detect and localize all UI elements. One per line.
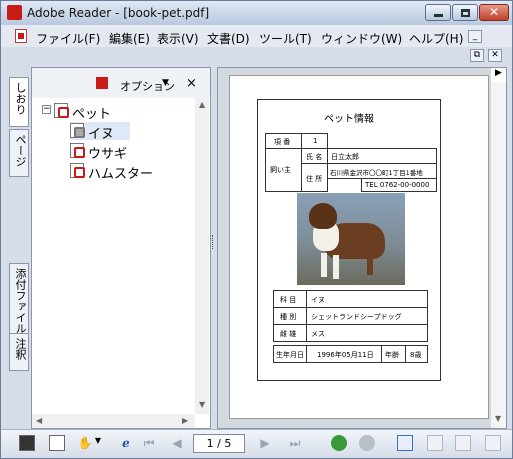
menu-tools[interactable]: ツール(T) <box>259 30 312 47</box>
bookmark-icon <box>70 143 85 158</box>
adobe-reader-icon <box>7 5 22 20</box>
continuous-icon[interactable] <box>427 435 443 451</box>
panel-close-button[interactable]: × <box>186 76 197 91</box>
doc-restore-button[interactable]: ⧉ <box>470 49 484 62</box>
scroll-left-icon[interactable]: ◀ <box>36 416 42 425</box>
first-page-icon[interactable]: ⏮ <box>141 436 157 452</box>
menu-window[interactable]: ウィンドウ(W) <box>321 30 402 47</box>
document-vertical-scrollbar[interactable]: ▶ ▼ <box>491 68 506 428</box>
scroll-right-icon[interactable]: ▶ <box>182 416 188 425</box>
sidebar-tabs: しおり ページ 添付ファイル 注釈 <box>9 67 31 419</box>
bookmark-icon <box>54 103 69 118</box>
next-view-icon[interactable] <box>359 435 375 451</box>
dog-photo <box>297 193 405 285</box>
item-label-cell: 項 番 <box>265 133 302 149</box>
category-value-cell: イヌ <box>306 290 428 308</box>
doc-minimize-button[interactable]: _ <box>468 30 482 43</box>
tab-bookmarks[interactable]: しおり <box>9 77 29 127</box>
bookmark-icon <box>70 163 85 178</box>
breed-value-cell: シェットランドシープドッグ <box>306 307 428 325</box>
next-page-icon[interactable]: ▶ <box>257 436 273 452</box>
dog-leg <box>321 253 327 277</box>
tel-cell: TEL 0762-00-0000 <box>361 178 437 192</box>
age-label-cell: 年齢 <box>381 345 406 363</box>
item-value-cell: 1 <box>301 133 328 149</box>
name-label-cell: 氏 名 <box>301 148 328 164</box>
menu-bar: ファイル(F) 編集(E) 表示(V) 文書(D) ツール(T) ウィンドウ(W… <box>1 25 512 47</box>
tab-comments[interactable]: 注釈 <box>9 333 29 371</box>
category-label-cell: 科 目 <box>273 290 307 308</box>
options-icon[interactable] <box>96 77 108 89</box>
dog-leg <box>367 251 373 275</box>
rotate-icon[interactable]: ℯ <box>119 436 133 452</box>
dog-head <box>309 203 337 229</box>
bookmark-item-dog[interactable]: イヌ <box>70 122 130 142</box>
page-arrow-icon[interactable]: ▶ <box>491 68 506 82</box>
menu-help[interactable]: ヘルプ(H) <box>409 30 463 47</box>
maximize-button[interactable] <box>452 4 478 21</box>
name-value-cell: 日立太郎 <box>327 148 437 164</box>
menu-view[interactable]: 表示(V) <box>157 30 199 47</box>
bottom-toolbar: ✋ ▼ ℯ ⏮ ◀ 1 / 5 ▶ ⏭ <box>1 429 512 458</box>
continuous-facing-icon[interactable] <box>485 435 501 451</box>
address-label-cell: 住 所 <box>301 163 328 192</box>
window-title: Adobe Reader - [book-pet.pdf] <box>27 6 210 20</box>
breed-label-cell: 種 別 <box>273 307 307 325</box>
panel-horizontal-scrollbar[interactable]: ◀ ▶ <box>32 414 195 428</box>
scroll-up-icon[interactable]: ▲ <box>199 100 205 109</box>
bookmarks-panel: オプション ▼ × − ペット イヌ ウサギ ハムスター ▲ ▼ ◀ ▶ <box>31 67 211 429</box>
owner-label-cell: 飼い主 <box>265 148 302 192</box>
minimize-button[interactable] <box>425 4 451 21</box>
page-number-field[interactable]: 1 / 5 <box>193 434 245 453</box>
doc-close-button[interactable]: ✕ <box>488 49 502 62</box>
age-value-cell: 8歳 <box>405 345 428 363</box>
chevron-down-icon[interactable]: ▼ <box>162 78 169 88</box>
bookmark-icon <box>70 123 85 138</box>
chevron-down-icon[interactable]: ▼ <box>94 436 102 452</box>
menu-edit[interactable]: 編集(E) <box>109 30 150 47</box>
document-menu-icon[interactable] <box>15 29 27 43</box>
panel-header: オプション ▼ × <box>32 68 210 98</box>
previous-page-icon[interactable]: ◀ <box>169 436 185 452</box>
facing-icon[interactable] <box>455 435 471 451</box>
sex-value-cell: メス <box>306 324 428 342</box>
app-window: Adobe Reader - [book-pet.pdf] ✕ ファイル(F) … <box>0 0 513 459</box>
maximize-icon <box>461 9 470 17</box>
title-bar: Adobe Reader - [book-pet.pdf] ✕ <box>1 1 512 25</box>
collapse-toggle[interactable]: − <box>42 105 51 114</box>
scroll-down-icon[interactable]: ▼ <box>495 414 501 423</box>
previous-view-icon[interactable] <box>331 435 347 451</box>
scroll-down-icon[interactable]: ▼ <box>199 400 205 409</box>
splitter-grip[interactable] <box>212 235 215 249</box>
last-page-icon[interactable]: ⏭ <box>287 436 303 452</box>
tab-pages[interactable]: ページ <box>9 129 29 177</box>
single-page-icon[interactable] <box>397 435 413 451</box>
document-title: ペット情報 <box>324 114 374 125</box>
fit-page-icon[interactable] <box>49 435 65 451</box>
dog-leg <box>333 255 339 279</box>
birth-label-cell: 生年月日 <box>273 345 307 363</box>
minimize-icon <box>434 14 443 17</box>
close-icon: ✕ <box>489 5 500 19</box>
menu-document[interactable]: 文書(D) <box>207 30 250 47</box>
sex-label-cell: 雌 雄 <box>273 324 307 342</box>
hand-tool-icon[interactable]: ✋ <box>77 436 93 452</box>
panel-vertical-scrollbar[interactable]: ▲ ▼ <box>195 98 209 414</box>
close-button[interactable]: ✕ <box>479 4 509 21</box>
full-screen-icon[interactable] <box>19 435 35 451</box>
birth-value-cell: 1996年05月11日 <box>306 345 382 363</box>
address-value-cell: 石川県金沢市〇〇町1丁目1番地 <box>327 163 437 179</box>
menu-file[interactable]: ファイル(F) <box>36 30 100 47</box>
